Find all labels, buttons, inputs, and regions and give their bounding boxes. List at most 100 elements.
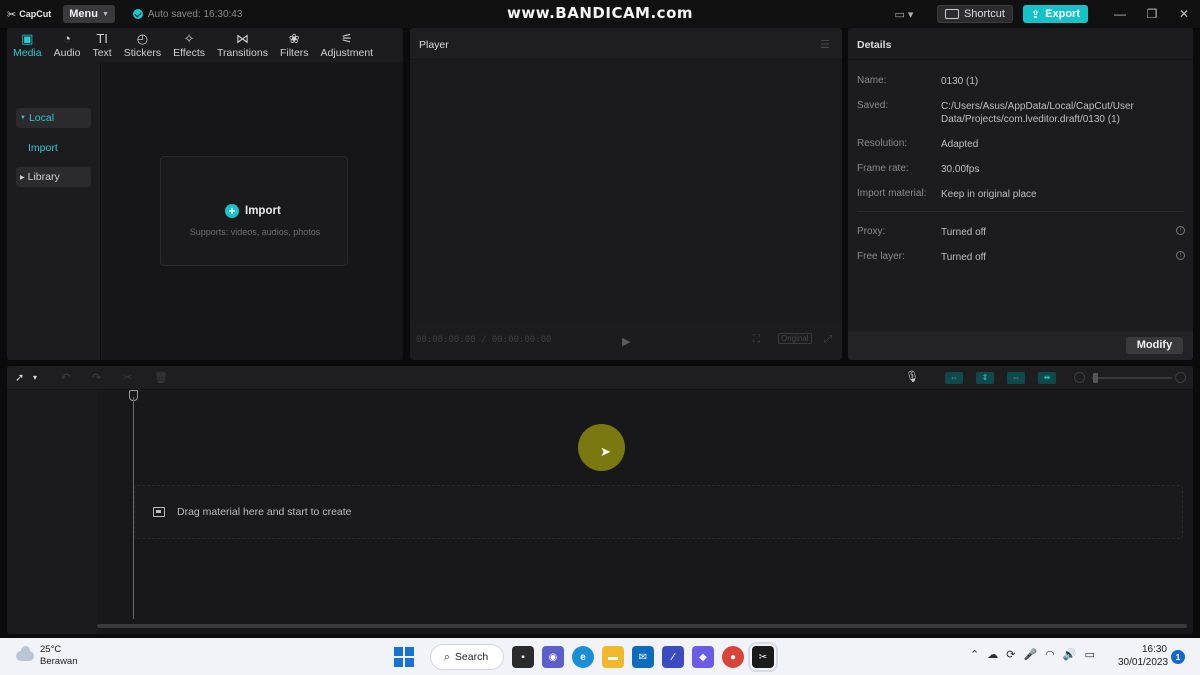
task-view-icon[interactable]: ▪	[512, 646, 534, 668]
sidebar-item-local-label: Local	[28, 112, 55, 124]
volume-icon[interactable]: 🔊	[1063, 648, 1077, 661]
clock-date: 30/01/2023	[1118, 657, 1169, 668]
fit-frame-icon[interactable]: ⛶	[753, 334, 760, 345]
preview-axis-icon[interactable]: ⇔	[1007, 372, 1025, 384]
title-bar: ✂ CapCut Menu ▼ Auto saved: 16:30:43 www…	[0, 0, 1200, 28]
detail-value: Keep in original place	[941, 189, 1037, 200]
refresh-icon[interactable]: ⟳	[1006, 648, 1015, 661]
auto-snap-icon[interactable]: ⇔	[945, 372, 963, 384]
plus-icon: +	[225, 204, 239, 218]
split-icon[interactable]: ✂	[123, 371, 132, 384]
zoom-slider[interactable]	[1092, 377, 1172, 379]
search-icon: ⌕	[444, 650, 450, 663]
weather-widget[interactable]: 25°C Berawan	[16, 644, 78, 668]
zoom-in-icon[interactable]	[1175, 372, 1186, 383]
detail-key: Frame rate:	[857, 163, 909, 174]
mail-icon[interactable]: ✉	[632, 646, 654, 668]
redo-icon[interactable]: ↷	[92, 371, 101, 384]
tab-media[interactable]: ▣ Media	[7, 28, 48, 62]
fullscreen-icon[interactable]: ⤢	[824, 334, 832, 345]
app-cube-icon[interactable]: ◆	[692, 646, 714, 668]
detail-row-free-layer: Free layer: Turned off !	[857, 251, 1187, 264]
modify-button[interactable]: Modify	[1126, 337, 1183, 354]
tab-transitions-label: Transitions	[216, 46, 268, 59]
detail-key: Name:	[857, 75, 887, 86]
detail-key: Import material:	[857, 188, 927, 199]
detail-key: Free layer:	[857, 251, 905, 262]
windows-taskbar: 25°C Berawan ⌕ Search ▪ ◉ e ▬ ✉ ∕ ◆ ● ✂ …	[0, 638, 1200, 675]
shortcut-label: Shortcut	[963, 8, 1005, 20]
import-dropzone[interactable]: + Import Supports: videos, audios, photo…	[160, 156, 348, 266]
app-name: CapCut	[19, 9, 52, 19]
teams-chat-icon[interactable]: ◉	[542, 646, 564, 668]
visual-studio-icon[interactable]: ∕	[662, 646, 684, 668]
tab-filters[interactable]: ❀ Filters	[274, 28, 315, 62]
edge-icon[interactable]: e	[572, 646, 594, 668]
select-cursor-icon[interactable]: ➚	[15, 371, 24, 384]
layout-icon[interactable]: ▭ ▾	[893, 6, 915, 22]
file-explorer-icon[interactable]: ▬	[602, 646, 624, 668]
detail-row-resolution: Resolution: Adapted	[857, 138, 1187, 151]
align-icon[interactable]: ⇹	[1038, 372, 1056, 384]
info-icon[interactable]: !	[1176, 251, 1185, 260]
delete-icon[interactable]: 🗑	[154, 371, 168, 384]
info-icon[interactable]: !	[1176, 226, 1185, 235]
detail-value: C:/Users/Asus/AppData/Local/CapCut/User …	[941, 101, 1134, 125]
battery-icon[interactable]: ▭	[1084, 648, 1094, 661]
ratio-button[interactable]: Original	[778, 333, 812, 344]
chrome-icon[interactable]: ●	[722, 646, 744, 668]
export-button[interactable]: ⇪ Export	[1022, 5, 1088, 23]
hamburger-icon[interactable]: ☰	[820, 38, 830, 51]
taskbar-search[interactable]: ⌕ Search	[430, 644, 504, 670]
linkage-icon[interactable]: ⇕	[976, 372, 994, 384]
notification-badge[interactable]: 1	[1171, 650, 1185, 664]
menu-button-label: Menu	[69, 8, 98, 20]
chevron-down-icon[interactable]: ▾	[33, 373, 37, 382]
timeline-scrollbar[interactable]	[97, 624, 1187, 628]
capcut-taskbar-icon[interactable]: ✂	[748, 642, 778, 672]
zoom-out-icon[interactable]	[1074, 372, 1085, 383]
taskbar-clock[interactable]: 16:30 30/01/2023	[1118, 643, 1169, 669]
clock-time: 16:30	[1141, 644, 1167, 655]
shortcut-button[interactable]: Shortcut	[936, 5, 1013, 23]
detail-value: 0130 (1)	[941, 76, 979, 87]
export-label: Export	[1045, 8, 1080, 20]
zoom-slider-handle[interactable]	[1093, 373, 1098, 383]
tab-adjustment[interactable]: ⚟ Adjustment	[315, 28, 380, 62]
menu-button[interactable]: Menu ▼	[63, 5, 115, 23]
audio-icon: ◔	[63, 30, 71, 46]
sidebar-item-local[interactable]: ▼ Local	[16, 108, 91, 128]
detail-row-import-material: Import material: Keep in original place	[857, 188, 1187, 201]
tab-text[interactable]: TI Text	[86, 28, 117, 62]
windows-start-icon[interactable]	[394, 647, 414, 667]
microphone-tray-icon[interactable]: 🎤	[1023, 648, 1037, 661]
close-button[interactable]: ✕	[1168, 7, 1200, 21]
tab-stickers-label: Stickers	[123, 46, 162, 59]
tab-transitions[interactable]: ⋈ Transitions	[211, 28, 274, 62]
detail-row-name: Name: 0130 (1)	[857, 75, 1187, 88]
chevron-down-icon: ▼	[101, 10, 109, 18]
timeline-toolbar: ➚ ▾ ↶ ↷ ✂ 🗑 🎙 ⇔ ⇕ ⇔ ⇹	[7, 366, 1193, 390]
details-footer: Modify	[848, 331, 1193, 360]
restore-button[interactable]: ❐	[1136, 7, 1168, 21]
chevron-up-icon[interactable]: ⌃	[970, 648, 979, 661]
autosave-status: Auto saved: 16:30:43	[132, 8, 243, 20]
import-button[interactable]: + Import	[225, 204, 281, 218]
sidebar-item-library-label: Library	[27, 171, 60, 183]
sidebar-item-import[interactable]: Import	[16, 138, 91, 158]
timeline-dropzone[interactable]: Drag material here and start to create	[134, 485, 1183, 539]
autosave-text: Auto saved: 16:30:43	[147, 8, 243, 20]
tab-effects[interactable]: ✧ Effects	[167, 28, 211, 62]
microphone-icon[interactable]: 🎙	[905, 370, 919, 383]
detail-value: Turned off	[941, 227, 987, 238]
tab-audio[interactable]: ◔ Audio	[48, 28, 87, 62]
play-icon[interactable]: ▶	[622, 335, 630, 348]
undo-icon[interactable]: ↶	[61, 371, 70, 384]
minimize-button[interactable]: —	[1104, 7, 1136, 21]
tab-stickers[interactable]: ◴ Stickers	[118, 28, 167, 62]
wifi-icon[interactable]: ◠	[1045, 648, 1055, 661]
player-viewport[interactable]	[410, 61, 842, 326]
keyboard-icon	[944, 9, 959, 19]
cloud-sync-icon[interactable]: ☁	[987, 648, 998, 661]
sidebar-item-library[interactable]: ▶ Library	[16, 167, 91, 187]
